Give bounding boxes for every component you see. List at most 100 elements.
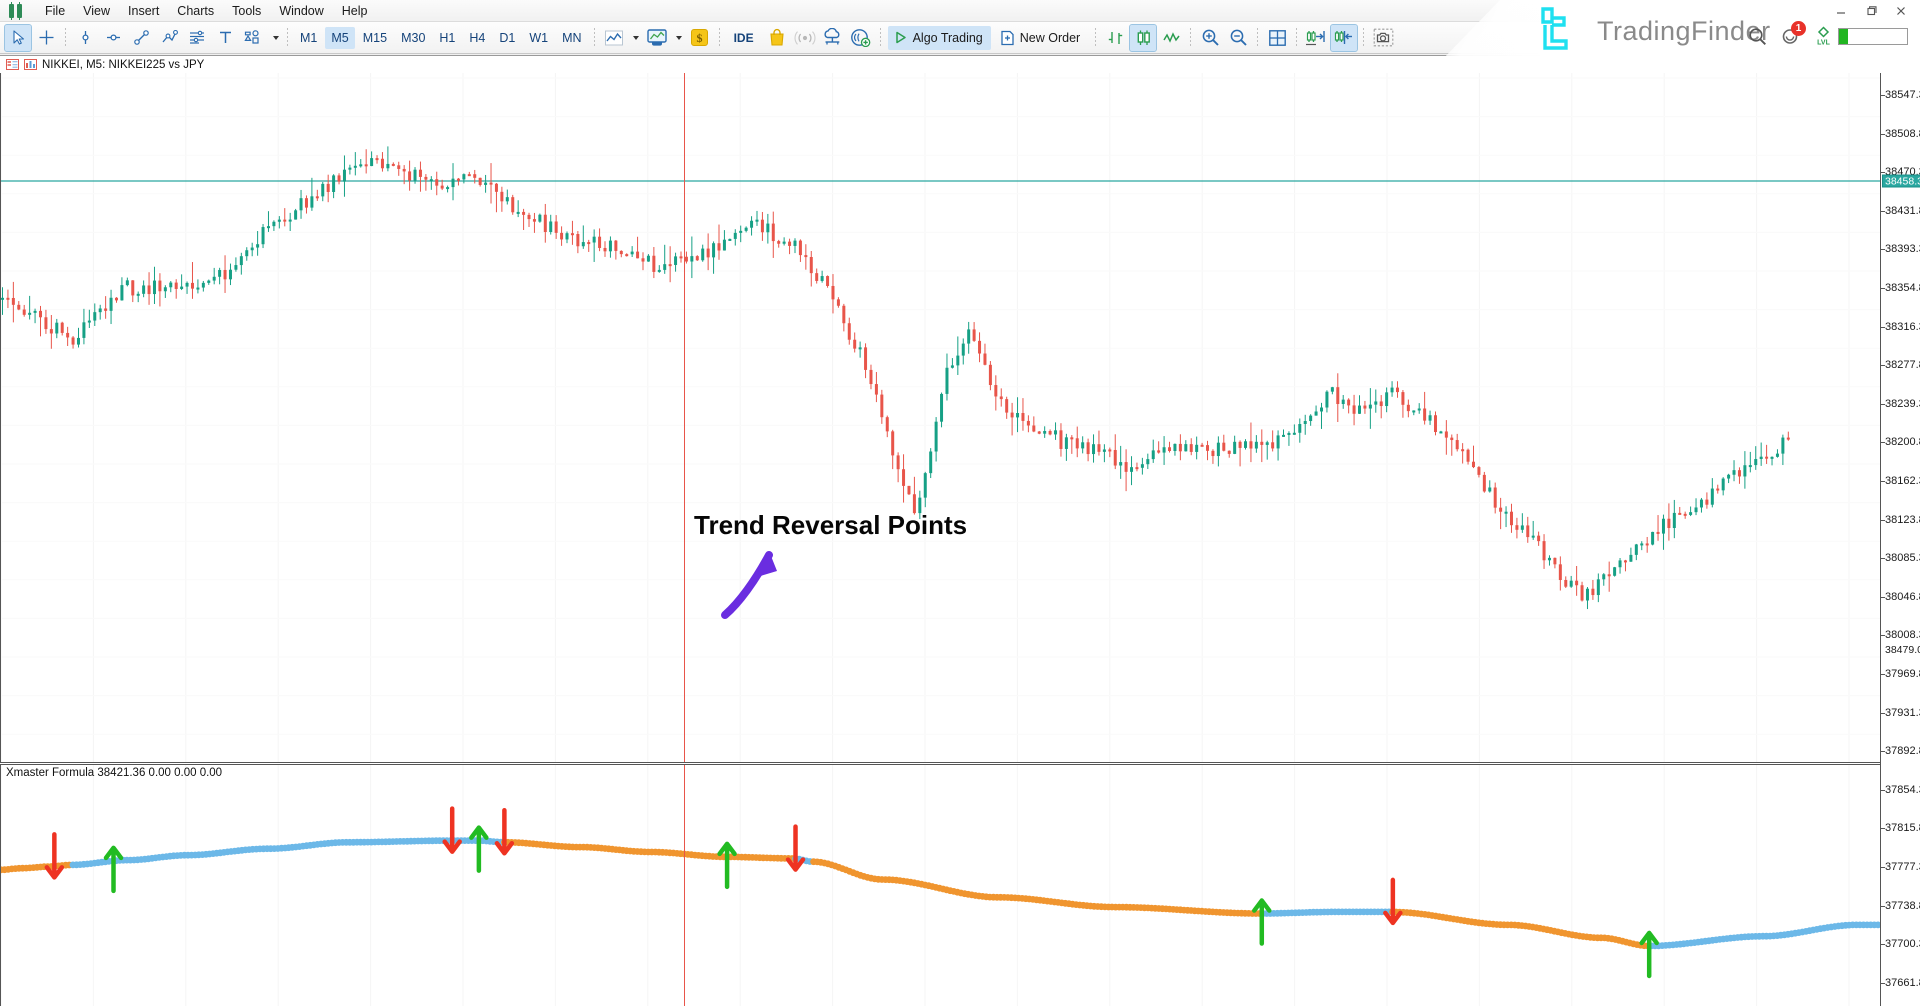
timeframe-m5[interactable]: M5 bbox=[325, 27, 354, 49]
price-tick bbox=[1881, 635, 1885, 636]
metatrader-logo-icon bbox=[6, 2, 32, 20]
shapes-dropdown-button[interactable] bbox=[268, 25, 281, 51]
candlestick-chart-button[interactable] bbox=[1130, 25, 1156, 51]
notification-bell-icon[interactable]: 1 bbox=[1781, 27, 1801, 46]
algo-trading-label: Algo Trading bbox=[913, 31, 983, 45]
metatrader-window: File View Insert Charts Tools Window Hel… bbox=[0, 0, 1920, 1006]
chevron-down-icon bbox=[273, 36, 279, 40]
price-tick-label: 38547.3 bbox=[1885, 89, 1920, 101]
chart-window-button[interactable] bbox=[644, 25, 670, 51]
signals-button[interactable] bbox=[792, 25, 818, 51]
indicator-label: Xmaster Formula 38421.36 0.00 0.00 0.00 bbox=[6, 767, 222, 779]
price-tick-label: 38046.8 bbox=[1885, 591, 1920, 603]
price-tick-label: 38085.3 bbox=[1885, 552, 1920, 564]
zoom-in-button[interactable] bbox=[1197, 25, 1223, 51]
new-order-button[interactable]: New Order bbox=[995, 26, 1088, 50]
price-tick bbox=[1881, 288, 1885, 289]
data-window-icon bbox=[6, 59, 19, 70]
trade-dollar-button[interactable]: $ bbox=[687, 25, 713, 51]
timeframe-m30[interactable]: M30 bbox=[395, 27, 431, 49]
timeframe-m15[interactable]: M15 bbox=[357, 27, 393, 49]
toolbar-separator bbox=[1190, 28, 1191, 48]
candlestick-chart bbox=[1, 73, 1880, 762]
algo-trading-button[interactable]: Algo Trading bbox=[888, 26, 991, 50]
toolbar-separator bbox=[880, 28, 881, 48]
auto-scroll-button[interactable] bbox=[1331, 25, 1357, 51]
indicators-dropdown-button[interactable] bbox=[629, 25, 642, 51]
menu-item-tools[interactable]: Tools bbox=[223, 2, 270, 20]
vertical-line-tool-button[interactable] bbox=[72, 25, 98, 51]
fibonacci-tool-button[interactable] bbox=[184, 25, 210, 51]
timeframe-w1[interactable]: W1 bbox=[523, 27, 554, 49]
text-tool-button[interactable] bbox=[212, 25, 238, 51]
timeframe-h1[interactable]: H1 bbox=[433, 27, 461, 49]
price-tick bbox=[1881, 867, 1885, 868]
bar-chart-button[interactable] bbox=[1102, 25, 1128, 51]
price-tick-label: 38354.8 bbox=[1885, 282, 1920, 294]
price-tick bbox=[1881, 327, 1885, 328]
notification-count: 1 bbox=[1791, 21, 1806, 36]
price-tick-label: 38162.3 bbox=[1885, 475, 1920, 487]
copy-signal-button[interactable] bbox=[848, 25, 874, 51]
menu-item-insert[interactable]: Insert bbox=[119, 2, 168, 20]
search-icon[interactable] bbox=[1748, 27, 1767, 46]
shapes-tool-button[interactable] bbox=[240, 25, 266, 51]
trendline-tool-button[interactable] bbox=[128, 25, 154, 51]
toolbar-separator bbox=[287, 28, 288, 48]
annotation-arrow bbox=[717, 541, 787, 621]
timeframe-m1[interactable]: M1 bbox=[294, 27, 323, 49]
price-tick bbox=[1881, 172, 1885, 173]
price-tick bbox=[1881, 674, 1885, 675]
channel-tool-button[interactable] bbox=[156, 25, 182, 51]
close-button[interactable] bbox=[1886, 1, 1916, 21]
price-axis[interactable]: 38547.338508.838470.338431.838393.338354… bbox=[1880, 73, 1920, 1006]
price-tick-label: 37854.3 bbox=[1885, 784, 1920, 796]
toolbar-separator bbox=[1257, 28, 1258, 48]
buy-arrow-icon bbox=[471, 828, 486, 871]
timeframe-h4[interactable]: H4 bbox=[463, 27, 491, 49]
vps-cloud-button[interactable] bbox=[820, 25, 846, 51]
screenshot-button[interactable] bbox=[1370, 25, 1396, 51]
buy-arrow-icon bbox=[106, 848, 121, 891]
minimize-button[interactable] bbox=[1826, 1, 1856, 21]
tile-windows-button[interactable] bbox=[1264, 25, 1290, 51]
buy-arrow-icon bbox=[1254, 901, 1269, 944]
chart-icon bbox=[24, 59, 37, 70]
chart-title-text: NIKKEI, M5: NIKKEI225 vs JPY bbox=[42, 59, 204, 71]
crosshair-tool-button[interactable] bbox=[33, 25, 59, 51]
scroll-to-end-button[interactable] bbox=[1303, 25, 1329, 51]
horizontal-line-tool-button[interactable] bbox=[100, 25, 126, 51]
menu-item-file[interactable]: File bbox=[36, 2, 74, 20]
price-tick bbox=[1881, 790, 1885, 791]
menu-item-view[interactable]: View bbox=[74, 2, 119, 20]
line-chart-button[interactable] bbox=[1158, 25, 1184, 51]
timeframe-mn[interactable]: MN bbox=[556, 27, 587, 49]
new-order-icon bbox=[1000, 30, 1015, 46]
toolbar-separator bbox=[594, 28, 595, 48]
price-tick-label: 38431.8 bbox=[1885, 205, 1920, 217]
brand-name: TradingFinder bbox=[1597, 16, 1771, 47]
price-tick bbox=[1881, 404, 1885, 405]
menu-item-help[interactable]: Help bbox=[333, 2, 377, 20]
menu-item-charts[interactable]: Charts bbox=[168, 2, 223, 20]
level-progress-bar bbox=[1838, 28, 1908, 45]
maximize-restore-button[interactable] bbox=[1856, 1, 1886, 21]
ide-button[interactable]: IDE bbox=[727, 26, 761, 50]
crosshair-vertical-line bbox=[684, 73, 685, 762]
sell-arrow-icon bbox=[788, 827, 803, 870]
menu-item-window[interactable]: Window bbox=[270, 2, 332, 20]
price-plot[interactable]: Trend Reversal Points bbox=[0, 73, 1880, 763]
price-tick bbox=[1881, 558, 1885, 559]
price-tick bbox=[1881, 751, 1885, 752]
timeframe-d1[interactable]: D1 bbox=[493, 27, 521, 49]
market-button[interactable] bbox=[764, 25, 790, 51]
price-tick bbox=[1881, 249, 1885, 250]
indicator-subplot[interactable]: Xmaster Formula 38421.36 0.00 0.00 0.00 bbox=[0, 764, 1880, 1006]
current-price-label: 38458.3 bbox=[1882, 175, 1920, 188]
indicators-button[interactable] bbox=[601, 25, 627, 51]
buy-arrow-icon bbox=[720, 844, 735, 887]
zoom-out-button[interactable] bbox=[1225, 25, 1251, 51]
buy-arrow-icon bbox=[1642, 933, 1657, 976]
chart-window-dropdown-button[interactable] bbox=[672, 25, 685, 51]
cursor-tool-button[interactable] bbox=[5, 25, 31, 51]
